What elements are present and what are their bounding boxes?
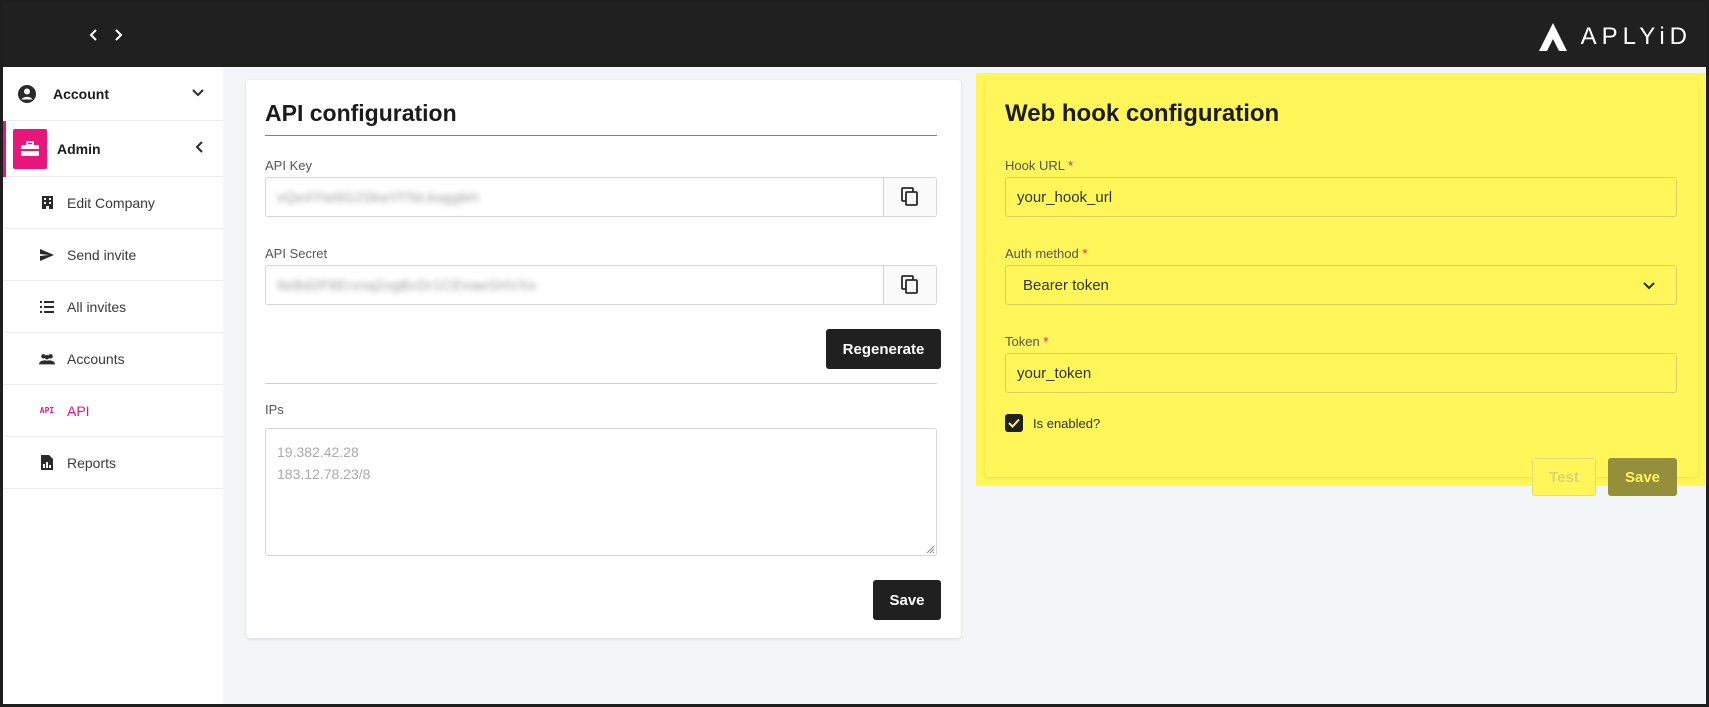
sidebar-item-send-invite[interactable]: Send invite — [3, 229, 223, 281]
brand-mark-icon — [1538, 23, 1567, 51]
hook-url-input[interactable]: your_hook_url — [1005, 177, 1677, 217]
api-key-field[interactable]: xQe4Yte8G2SkaYf7bLkuggbH — [265, 177, 937, 217]
ips-label: IPs — [265, 402, 284, 417]
sidebar-group-admin[interactable]: Admin — [3, 121, 223, 177]
copy-api-key-button[interactable] — [883, 178, 936, 216]
sidebar-item-label: Send invite — [67, 246, 137, 263]
regenerate-button[interactable]: Regenerate — [826, 329, 941, 369]
api-icon: API — [39, 403, 55, 419]
chevron-left-icon — [195, 141, 203, 153]
token-input[interactable]: your_token — [1005, 353, 1677, 393]
brand-logo[interactable]: APLYiD — [1537, 20, 1692, 54]
copy-icon — [901, 275, 918, 294]
sidebar-item-accounts[interactable]: Accounts — [3, 333, 223, 385]
sidebar-item-label: Accounts — [67, 350, 125, 367]
token-value: your_token — [1017, 364, 1092, 382]
api-secret-field[interactable]: 9eBd2F8Erznq2xgBcDr1CEnaeGHVXx — [265, 265, 937, 305]
account-circle-icon — [18, 84, 36, 103]
sidebar-group-account[interactable]: Account — [3, 67, 223, 121]
resize-handle-icon[interactable] — [926, 545, 934, 553]
chevron-down-icon — [192, 89, 204, 97]
api-secret-value: 9eBd2F8Erznq2xgBcDr1CEnaeGHVXx — [277, 277, 537, 293]
sidebar-item-edit-company[interactable]: Edit Company — [3, 177, 223, 229]
sidebar-item-label: All invites — [67, 298, 127, 315]
title-divider — [265, 135, 937, 136]
people-icon — [39, 351, 55, 367]
test-button[interactable]: Test — [1532, 458, 1596, 496]
token-label: Token * — [1005, 334, 1049, 349]
auth-method-select[interactable]: Bearer token — [1005, 265, 1677, 305]
top-bar: APLYiD — [3, 3, 1706, 67]
sidebar: Account Admin Edit Company Send invite A… — [3, 67, 223, 704]
api-save-button[interactable]: Save — [873, 580, 941, 620]
sidebar-item-label: Reports — [67, 454, 117, 471]
api-key-value: xQe4Yte8G2SkaYf7bLkuggbH — [277, 189, 479, 205]
webhook-configuration-card: Web hook configuration Hook URL * your_h… — [985, 79, 1698, 496]
sidebar-item-reports[interactable]: Reports — [3, 437, 223, 489]
copy-api-secret-button[interactable] — [883, 266, 936, 304]
sidebar-item-label: Edit Company — [67, 194, 155, 211]
ips-placeholder-line: 19.382.42.28 — [277, 444, 359, 460]
building-icon — [39, 195, 55, 211]
enabled-checkbox[interactable] — [1005, 414, 1023, 432]
sidebar-group-label: Account — [53, 85, 109, 102]
ips-placeholder-line: 183.12.78.23/8 — [277, 466, 371, 482]
admin-toolbox-icon — [13, 128, 47, 169]
app-window: APLYiD Account Admin Edit Company Send i… — [3, 3, 1706, 704]
back-arrow-icon[interactable] — [83, 24, 105, 46]
send-icon — [39, 247, 55, 263]
api-key-label: API Key — [265, 158, 312, 173]
copy-icon — [901, 187, 918, 206]
enabled-label: Is enabled? — [1033, 415, 1101, 431]
auth-method-value: Bearer token — [1023, 276, 1109, 294]
ips-textarea[interactable]: 19.382.42.28 183.12.78.23/8 — [265, 428, 937, 556]
forward-arrow-icon[interactable] — [107, 24, 129, 46]
webhook-save-button[interactable]: Save — [1608, 458, 1677, 496]
section-divider — [265, 383, 937, 384]
card-title: API configuration — [265, 100, 457, 126]
hook-url-label: Hook URL * — [1005, 158, 1074, 173]
sidebar-item-all-invites[interactable]: All invites — [3, 281, 223, 333]
list-icon — [39, 299, 55, 315]
api-secret-label: API Secret — [265, 246, 328, 261]
checkmark-icon — [1008, 418, 1020, 428]
hook-url-value: your_hook_url — [1017, 188, 1113, 206]
chevron-down-icon — [1643, 282, 1655, 290]
sidebar-group-label: Admin — [57, 140, 101, 157]
report-icon — [39, 455, 55, 471]
sidebar-item-api[interactable]: API API — [3, 385, 223, 437]
sidebar-item-label: API — [67, 402, 90, 419]
brand-name: APLYiD — [1580, 23, 1692, 50]
enabled-checkbox-row[interactable]: Is enabled? — [1005, 414, 1100, 432]
api-configuration-card: API configuration API Key xQe4Yte8G2SkaY… — [246, 80, 961, 638]
api-badge: API — [39, 406, 55, 415]
auth-method-label: Auth method * — [1005, 246, 1088, 261]
active-indicator — [3, 121, 6, 177]
card-title: Web hook configuration — [1005, 100, 1280, 127]
